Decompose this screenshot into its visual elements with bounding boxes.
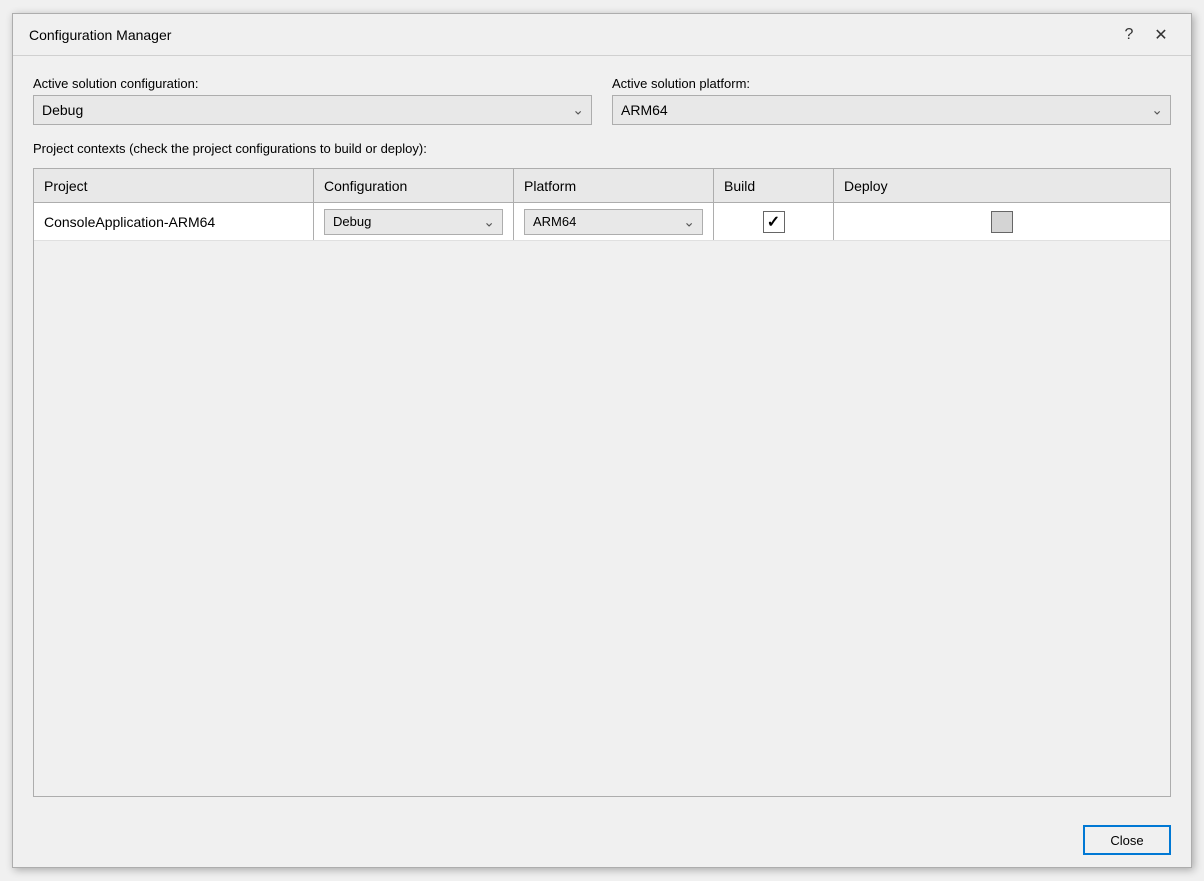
config-row: Active solution configuration: Debug Rel…: [33, 76, 1171, 125]
deploy-checkbox[interactable]: [991, 211, 1013, 233]
row-configuration-select[interactable]: Debug Release: [324, 209, 503, 235]
td-configuration: Debug Release: [314, 203, 514, 240]
table-header: Project Configuration Platform Build Dep…: [34, 169, 1170, 203]
close-title-button[interactable]: ✕: [1147, 21, 1175, 49]
col-header-build: Build: [714, 169, 834, 202]
active-solution-platform-group: Active solution platform: ARM64 x64 x86 …: [612, 76, 1171, 125]
td-deploy: [834, 203, 1170, 240]
col-header-deploy: Deploy: [834, 169, 1170, 202]
build-checkbox[interactable]: [763, 211, 785, 233]
active-solution-config-select-wrapper: Debug Release: [33, 95, 592, 125]
col-header-platform: Platform: [514, 169, 714, 202]
td-platform: ARM64 x64 x86 Any CPU: [514, 203, 714, 240]
active-solution-platform-label: Active solution platform:: [612, 76, 1171, 91]
title-bar-buttons: ? ✕: [1115, 21, 1175, 49]
dialog-title: Configuration Manager: [29, 27, 171, 43]
td-build: [714, 203, 834, 240]
active-solution-config-select[interactable]: Debug Release: [33, 95, 592, 125]
project-table-container: Project Configuration Platform Build Dep…: [33, 168, 1171, 797]
dialog-body: Active solution configuration: Debug Rel…: [13, 56, 1191, 813]
row-platform-select-wrapper: ARM64 x64 x86 Any CPU: [524, 209, 703, 235]
td-project: ConsoleApplication-ARM64: [34, 203, 314, 240]
active-solution-platform-select[interactable]: ARM64 x64 x86 Any CPU: [612, 95, 1171, 125]
dialog-footer: Close: [13, 813, 1191, 867]
table-row: ConsoleApplication-ARM64 Debug Release: [34, 203, 1170, 241]
active-solution-config-group: Active solution configuration: Debug Rel…: [33, 76, 592, 125]
row-config-select-wrapper: Debug Release: [324, 209, 503, 235]
row-platform-select[interactable]: ARM64 x64 x86 Any CPU: [524, 209, 703, 235]
configuration-manager-dialog: Configuration Manager ? ✕ Active solutio…: [12, 13, 1192, 868]
help-button[interactable]: ?: [1115, 21, 1143, 49]
close-button[interactable]: Close: [1083, 825, 1171, 855]
col-header-configuration: Configuration: [314, 169, 514, 202]
table-body: ConsoleApplication-ARM64 Debug Release: [34, 203, 1170, 796]
dialog-overlay: Configuration Manager ? ✕ Active solutio…: [0, 0, 1204, 881]
project-contexts-label: Project contexts (check the project conf…: [33, 141, 1171, 156]
title-bar: Configuration Manager ? ✕: [13, 14, 1191, 56]
active-solution-platform-select-wrapper: ARM64 x64 x86 Any CPU: [612, 95, 1171, 125]
active-solution-config-label: Active solution configuration:: [33, 76, 592, 91]
col-header-project: Project: [34, 169, 314, 202]
